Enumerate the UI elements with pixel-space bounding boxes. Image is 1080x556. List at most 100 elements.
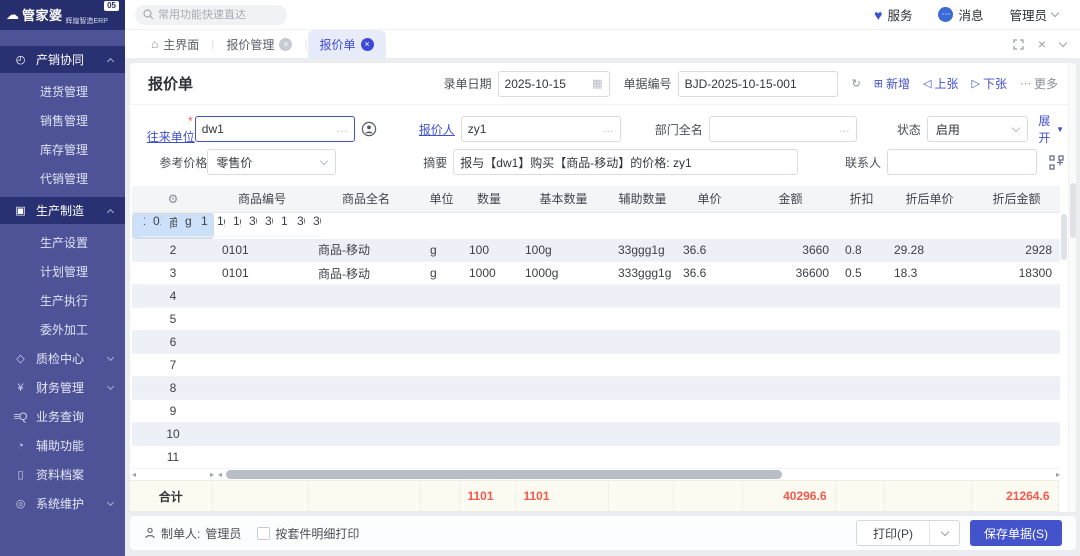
next-doc-button[interactable]: ▷ 下张 xyxy=(972,75,1007,92)
column-header[interactable]: 数量 xyxy=(461,186,517,212)
calendar-icon[interactable]: ▦ xyxy=(592,77,602,90)
expand-toggle[interactable]: 展开 ▼ xyxy=(1038,112,1064,146)
table-row[interactable]: 5 xyxy=(132,308,1060,331)
target-icon: ◎ xyxy=(12,497,28,510)
hand-coin-icon: ◔ xyxy=(12,440,28,452)
contact-input[interactable] xyxy=(894,155,1030,169)
sidebar-item-purchase-mgmt[interactable]: 进货管理 xyxy=(0,77,125,106)
column-header[interactable]: 辅助数量 xyxy=(610,186,675,212)
sidebar-item-sales-mgmt[interactable]: 销售管理 xyxy=(0,106,125,135)
quick-search[interactable] xyxy=(135,5,287,25)
ref-price-select[interactable]: 零售价 xyxy=(207,149,336,175)
partner-label[interactable]: 往来单位 xyxy=(147,130,195,144)
vertical-scrollbar[interactable] xyxy=(1061,212,1068,469)
sidebar-item-production-mfg[interactable]: ▣生产制造 xyxy=(0,197,125,224)
column-header[interactable]: 折后单价 xyxy=(886,186,973,212)
table-row[interactable]: 10 xyxy=(132,423,1060,446)
creator-value: 管理员 xyxy=(205,525,241,542)
service-menu[interactable]: ♥ 服务 xyxy=(874,5,912,24)
ellipsis-icon[interactable]: … xyxy=(337,123,348,135)
ellipsis-icon[interactable]: … xyxy=(603,123,614,135)
table-row[interactable]: 10101商品-移动g11g1g36.636.6136.636.6 xyxy=(132,213,214,239)
save-button[interactable]: 保存单据(S) xyxy=(970,520,1062,546)
search-input[interactable] xyxy=(158,9,268,21)
date-field[interactable]: ▦ xyxy=(498,71,610,97)
sidebar-item-business-query[interactable]: ≡Q业务查询 xyxy=(0,402,125,431)
tab-quote-form[interactable]: 报价单 × xyxy=(308,30,386,58)
sidebar-item-outsourcing[interactable]: 委外加工 xyxy=(0,315,125,344)
collapse-icon[interactable] xyxy=(1060,43,1066,46)
column-header[interactable]: 基本数量 xyxy=(517,186,610,212)
close-icon[interactable]: × xyxy=(279,38,292,51)
column-header[interactable]: 商品编号 xyxy=(214,186,310,212)
contact-field[interactable] xyxy=(887,149,1037,175)
column-header[interactable]: 商品全名 xyxy=(310,186,422,212)
print-button[interactable]: 打印(P) xyxy=(857,521,929,545)
close-icon[interactable]: × xyxy=(1038,37,1046,51)
sidebar-item-plan-mgmt[interactable]: 计划管理 xyxy=(0,257,125,286)
ellipsis-icon[interactable]: … xyxy=(839,123,850,135)
scroll-right-arrow[interactable]: ▸ xyxy=(1056,470,1060,479)
department-field[interactable]: … xyxy=(709,116,857,142)
new-button[interactable]: ⊞ 新增 xyxy=(874,75,910,92)
tab-quote-management[interactable]: 报价管理 × xyxy=(214,30,304,58)
doc-no-input[interactable] xyxy=(685,77,831,91)
sidebar-item-finance-mgmt[interactable]: ¥财务管理 xyxy=(0,373,125,402)
contact-avatar-icon[interactable] xyxy=(361,121,377,137)
doc-no-field[interactable] xyxy=(678,71,838,97)
quoter-input[interactable] xyxy=(468,122,600,136)
table-row[interactable]: 6 xyxy=(132,331,1060,354)
table-row[interactable]: 4 xyxy=(132,285,1060,308)
sidebar-item-qc-center[interactable]: ◇质检中心 xyxy=(0,344,125,373)
column-header[interactable]: 单价 xyxy=(675,186,744,212)
gear-icon[interactable]: ⚙ xyxy=(168,192,179,206)
message-menu[interactable]: ⋯ 消息 xyxy=(938,5,983,24)
date-input[interactable] xyxy=(505,77,590,91)
quoter-label[interactable]: 报价人 xyxy=(419,121,455,138)
table-row[interactable]: 9 xyxy=(132,400,1060,423)
print-by-kit-checkbox[interactable] xyxy=(257,527,270,540)
scroll-right-arrow[interactable]: ▸ xyxy=(210,470,214,479)
scrollbar-thumb[interactable] xyxy=(226,470,782,479)
sidebar-item-production-setup[interactable]: 生产设置 xyxy=(0,228,125,257)
department-input[interactable] xyxy=(716,122,836,136)
horizontal-scrollbar[interactable]: ◂ ▸ ◂ ▸ xyxy=(130,469,1076,480)
tab-home[interactable]: ⌂ 主界面 xyxy=(139,30,211,58)
partner-field[interactable]: … xyxy=(195,116,355,142)
sidebar-item-production-exec[interactable]: 生产执行 xyxy=(0,286,125,315)
table-row[interactable]: 11 xyxy=(132,446,1060,469)
sidebar-item-system-maintenance[interactable]: ◎系统维护 xyxy=(0,489,125,518)
user-menu[interactable]: 管理员 xyxy=(1009,5,1058,24)
scroll-left-arrow[interactable]: ◂ xyxy=(132,470,136,479)
maximize-icon[interactable] xyxy=(1013,39,1024,50)
column-header[interactable]: 折后金额 xyxy=(973,186,1060,212)
table-row[interactable]: 20101商品-移动g100100g33ggg1g36.636600.829.2… xyxy=(132,239,1060,262)
sidebar-item-auxiliary-functions[interactable]: ◔ 辅助功能 xyxy=(0,431,125,460)
sidebar-item-inventory-mgmt[interactable]: 库存管理 xyxy=(0,135,125,164)
table-row[interactable]: 8 xyxy=(132,377,1060,400)
table-row[interactable]: 7 xyxy=(132,354,1060,377)
prev-doc-button[interactable]: ◁ 上张 xyxy=(923,75,958,92)
qr-scan-icon[interactable] xyxy=(1049,155,1064,170)
sidebar-item-consignment-mgmt[interactable]: 代销管理 xyxy=(0,164,125,193)
summary-field[interactable] xyxy=(453,149,798,175)
sidebar-item-label: 产销协同 xyxy=(36,51,108,68)
print-options-button[interactable] xyxy=(929,521,959,545)
sidebar-item-data-archives[interactable]: ▯资料档案 xyxy=(0,460,125,489)
sidebar-item-sales-purchase-collab[interactable]: ◴产销协同 xyxy=(0,46,125,73)
refresh-button[interactable]: ↻ xyxy=(852,77,861,90)
close-icon[interactable]: × xyxy=(361,38,374,51)
column-header[interactable]: 折扣 xyxy=(837,186,886,212)
sidebar-item-label: 辅助功能 xyxy=(36,437,115,454)
quoter-field[interactable]: … xyxy=(461,116,621,142)
sidebar-item-label: 质检中心 xyxy=(36,350,108,367)
partner-input[interactable] xyxy=(202,122,334,136)
column-header[interactable]: 金额 xyxy=(744,186,837,212)
table-row[interactable]: 30101商品-移动g10001000g333ggg1g36.6366000.5… xyxy=(132,262,1060,285)
scroll-left-arrow[interactable]: ◂ xyxy=(218,470,222,479)
status-select[interactable]: 启用 xyxy=(927,116,1029,142)
column-settings[interactable]: ⚙ xyxy=(132,186,214,212)
summary-input[interactable] xyxy=(460,155,791,169)
column-header[interactable]: 单位 xyxy=(422,186,461,212)
more-button[interactable]: ⋯ 更多 xyxy=(1020,75,1058,92)
